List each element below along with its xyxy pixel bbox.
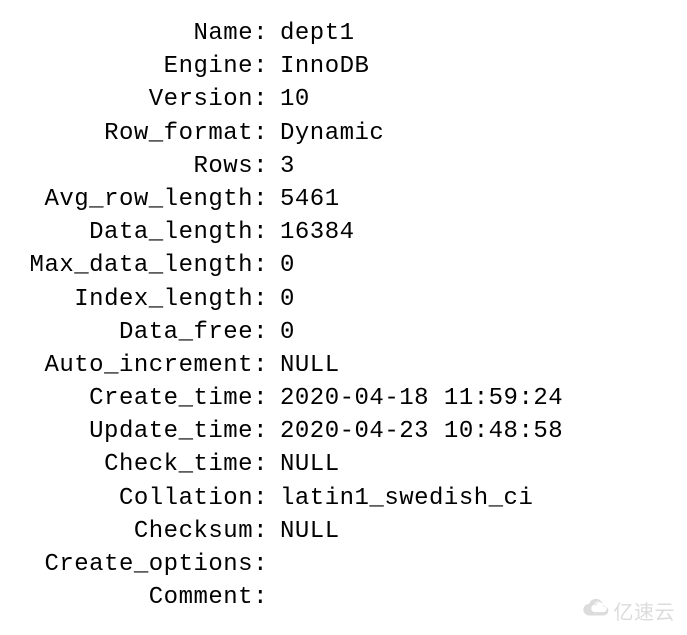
status-label: Version: [20, 84, 280, 115]
status-label: Engine: [20, 51, 280, 82]
status-row-data-length: Data_length: 16384 [20, 217, 667, 248]
status-row-create-options: Create_options: [20, 549, 667, 580]
status-value: Dynamic [280, 118, 384, 149]
status-row-check-time: Check_time: NULL [20, 449, 667, 480]
status-label: Max_data_length: [20, 250, 280, 281]
status-value: dept1 [280, 18, 355, 49]
status-row-index-length: Index_length: 0 [20, 284, 667, 315]
status-row-avg-row-length: Avg_row_length: 5461 [20, 184, 667, 215]
cloud-icon [580, 598, 610, 624]
status-value: InnoDB [280, 51, 369, 82]
status-row-name: Name: dept1 [20, 18, 667, 49]
status-row-comment: Comment: [20, 582, 667, 613]
status-label: Rows: [20, 151, 280, 182]
status-label: Row_format: [20, 118, 280, 149]
status-label: Index_length: [20, 284, 280, 315]
status-row-create-time: Create_time: 2020-04-18 11:59:24 [20, 383, 667, 414]
status-label: Data_free: [20, 317, 280, 348]
status-value: 2020-04-23 10:48:58 [280, 416, 563, 447]
status-row-rows: Rows: 3 [20, 151, 667, 182]
status-label: Checksum: [20, 516, 280, 547]
status-value: 10 [280, 84, 310, 115]
status-label: Comment: [20, 582, 280, 613]
status-label: Check_time: [20, 449, 280, 480]
status-label: Create_options: [20, 549, 280, 580]
status-row-checksum: Checksum: NULL [20, 516, 667, 547]
status-label: Data_length: [20, 217, 280, 248]
status-value: 2020-04-18 11:59:24 [280, 383, 563, 414]
watermark-text: 亿速云 [614, 596, 676, 625]
status-row-max-data-length: Max_data_length: 0 [20, 250, 667, 281]
status-row-version: Version: 10 [20, 84, 667, 115]
status-value: NULL [280, 516, 340, 547]
status-value: 3 [280, 151, 295, 182]
status-row-auto-increment: Auto_increment: NULL [20, 350, 667, 381]
status-value: 5461 [280, 184, 340, 215]
status-value: NULL [280, 449, 340, 480]
status-label: Collation: [20, 483, 280, 514]
status-label: Update_time: [20, 416, 280, 447]
status-row-engine: Engine: InnoDB [20, 51, 667, 82]
status-value: NULL [280, 350, 340, 381]
status-label: Name: [20, 18, 280, 49]
status-value: latin1_swedish_ci [280, 483, 533, 514]
status-value: 0 [280, 250, 295, 281]
table-status: Name: dept1 Engine: InnoDB Version: 10 R… [20, 18, 667, 613]
status-row-collation: Collation: latin1_swedish_ci [20, 483, 667, 514]
status-label: Create_time: [20, 383, 280, 414]
status-label: Auto_increment: [20, 350, 280, 381]
watermark: 亿速云 [580, 596, 676, 625]
status-value: 16384 [280, 217, 355, 248]
status-row-update-time: Update_time: 2020-04-23 10:48:58 [20, 416, 667, 447]
status-value: 0 [280, 317, 295, 348]
status-row-data-free: Data_free: 0 [20, 317, 667, 348]
status-row-row-format: Row_format: Dynamic [20, 118, 667, 149]
status-value: 0 [280, 284, 295, 315]
status-label: Avg_row_length: [20, 184, 280, 215]
